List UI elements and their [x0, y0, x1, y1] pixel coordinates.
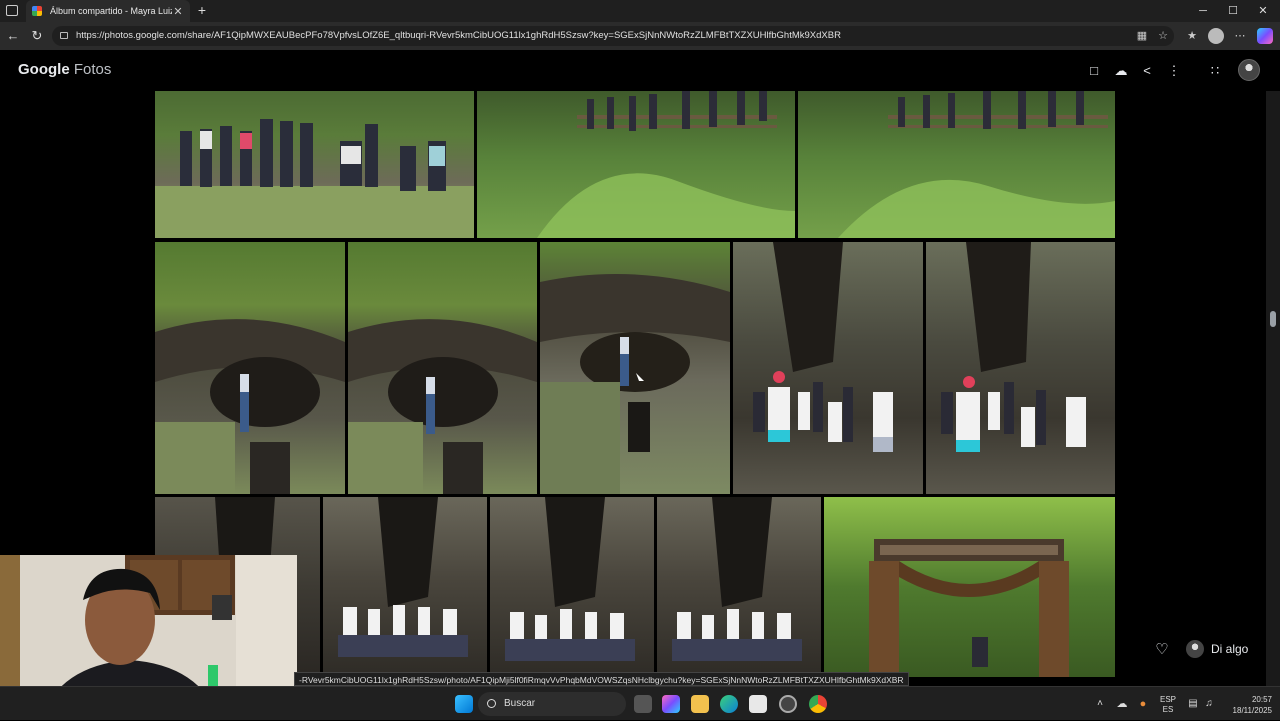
photo-thumbnail[interactable] — [733, 242, 923, 494]
link-status-bar: -RVevr5kmCibUOG11lx1ghRdH5Szsw/photo/AF1… — [294, 672, 909, 686]
person-in-cave-image — [155, 319, 345, 494]
address-bar-row: ← ↻ https://photos.google.com/share/AF1Q… — [0, 22, 1280, 50]
group-inside-cave-image — [505, 497, 635, 661]
taskbar-search-label: Buscar — [504, 698, 536, 709]
edge-browser-icon[interactable] — [720, 695, 738, 713]
url-text: https://photos.google.com/share/AF1QipMW… — [76, 30, 841, 41]
commenter-avatar — [1186, 640, 1204, 658]
maximize-button[interactable]: ☐ — [1216, 0, 1250, 22]
url-field[interactable]: https://photos.google.com/share/AF1QipMW… — [52, 26, 1174, 46]
cloud-download-icon[interactable]: ☁ — [1112, 62, 1130, 80]
microphone-icon[interactable]: ● — [1136, 687, 1150, 721]
scrollbar-thumb[interactable] — [1270, 311, 1276, 327]
volume-icon[interactable]: ♫ — [1202, 687, 1216, 721]
microsoft-store-icon[interactable] — [749, 695, 767, 713]
comment-box[interactable]: Di algo — [1186, 640, 1248, 658]
new-tab-button[interactable]: + — [194, 2, 210, 18]
park-entrance-sign-image — [869, 539, 1069, 677]
taskbar-search[interactable]: Buscar — [478, 692, 626, 716]
more-vert-icon[interactable]: ⋮ — [1165, 62, 1183, 80]
group-at-cave-entrance-image — [941, 242, 1086, 452]
more-options-icon[interactable]: ⋯ — [1232, 27, 1248, 45]
browser-tab[interactable]: Álbum compartido - Mayra Luiza ✕ — [26, 0, 190, 22]
browser-profile-avatar[interactable] — [1208, 28, 1224, 44]
share-icon[interactable]: < — [1138, 62, 1156, 80]
comment-icon[interactable]: □ — [1085, 62, 1103, 80]
minimize-button[interactable]: ─ — [1186, 0, 1220, 22]
lock-icon — [60, 32, 68, 39]
settings-gear-icon[interactable] — [779, 695, 797, 713]
photo-thumbnail[interactable] — [155, 242, 345, 494]
group-inside-cave-image — [672, 497, 802, 661]
file-explorer-icon[interactable] — [691, 695, 709, 713]
network-icon[interactable]: ▤ — [1186, 687, 1200, 721]
google-photos-favicon-icon — [32, 6, 42, 16]
browser-tab-strip: Álbum compartido - Mayra Luiza ✕ + ─ ☐ ✕ — [0, 0, 1280, 22]
photo-thumbnail[interactable] — [477, 91, 795, 238]
group-inside-cave-image — [338, 497, 468, 657]
app-available-icon[interactable]: ▦ — [1134, 27, 1150, 45]
photo-thumbnail[interactable] — [798, 91, 1115, 238]
chevron-up-icon[interactable]: ˄ — [1094, 687, 1106, 721]
apps-grid-icon[interactable]: ∷ — [1206, 62, 1224, 80]
clock[interactable]: 20:57 18/11/2025 — [1222, 687, 1272, 721]
tab-close-icon[interactable]: ✕ — [172, 5, 184, 18]
windows-start-icon[interactable] — [455, 695, 473, 713]
photos-header: Google Fotos □ ☁ < ⋮ ∷ — [0, 50, 1280, 91]
tab-title: Álbum compartido - Mayra Luiza — [50, 6, 172, 16]
photo-thumbnail[interactable] — [926, 242, 1115, 494]
chrome-icon[interactable] — [809, 695, 827, 713]
clock-date: 18/11/2025 — [1232, 706, 1272, 715]
account-avatar[interactable] — [1238, 59, 1260, 81]
copilot-taskbar-icon[interactable] — [662, 695, 680, 713]
copilot-icon[interactable] — [1257, 28, 1273, 44]
photo-thumbnail[interactable] — [490, 497, 654, 677]
search-icon — [487, 699, 496, 708]
google-photos-logo[interactable]: Google Fotos — [18, 61, 111, 78]
favorites-bar-icon[interactable]: ★ — [1184, 27, 1200, 45]
photo-thumbnail[interactable] — [155, 91, 474, 238]
tab-actions-icon[interactable] — [6, 5, 18, 16]
language-code: ESP — [1159, 695, 1176, 704]
language-indicator[interactable]: ESP ES — [1156, 687, 1180, 721]
keyboard-layout: ES — [1162, 705, 1174, 714]
photo-thumbnail[interactable] — [824, 497, 1115, 677]
group-on-rock-ledge-image — [155, 119, 474, 238]
favorite-star-icon[interactable]: ☆ — [1155, 27, 1171, 45]
photo-thumbnail[interactable] — [348, 242, 537, 494]
windows-taskbar: Buscar ˄ ☁ ● ESP ES ▤ ♫ 20:57 18/11/2025 — [0, 686, 1280, 720]
person-in-cave-image — [348, 319, 537, 494]
people-on-railing-path-image — [537, 91, 795, 238]
page-scrollbar[interactable] — [1266, 91, 1280, 686]
onedrive-icon[interactable]: ☁ — [1114, 687, 1130, 721]
photo-thumbnail[interactable] — [657, 497, 821, 677]
person-in-cave-close-image — [540, 274, 730, 494]
refresh-icon[interactable]: ↻ — [28, 27, 46, 45]
comment-placeholder: Di algo — [1211, 642, 1249, 656]
heart-icon[interactable]: ♡ — [1152, 640, 1172, 660]
photo-thumbnail[interactable] — [540, 242, 730, 494]
brand-name: Google — [18, 61, 70, 78]
photo-thumbnail[interactable] — [323, 497, 487, 677]
people-on-railing-path-image — [838, 91, 1115, 238]
close-window-button[interactable]: ✕ — [1246, 0, 1280, 22]
back-arrow-icon[interactable]: ← — [4, 27, 22, 45]
product-name: Fotos — [73, 61, 112, 78]
group-at-cave-entrance-image — [753, 242, 893, 452]
clock-time: 20:57 — [1251, 695, 1272, 704]
task-view-icon[interactable] — [634, 695, 652, 713]
